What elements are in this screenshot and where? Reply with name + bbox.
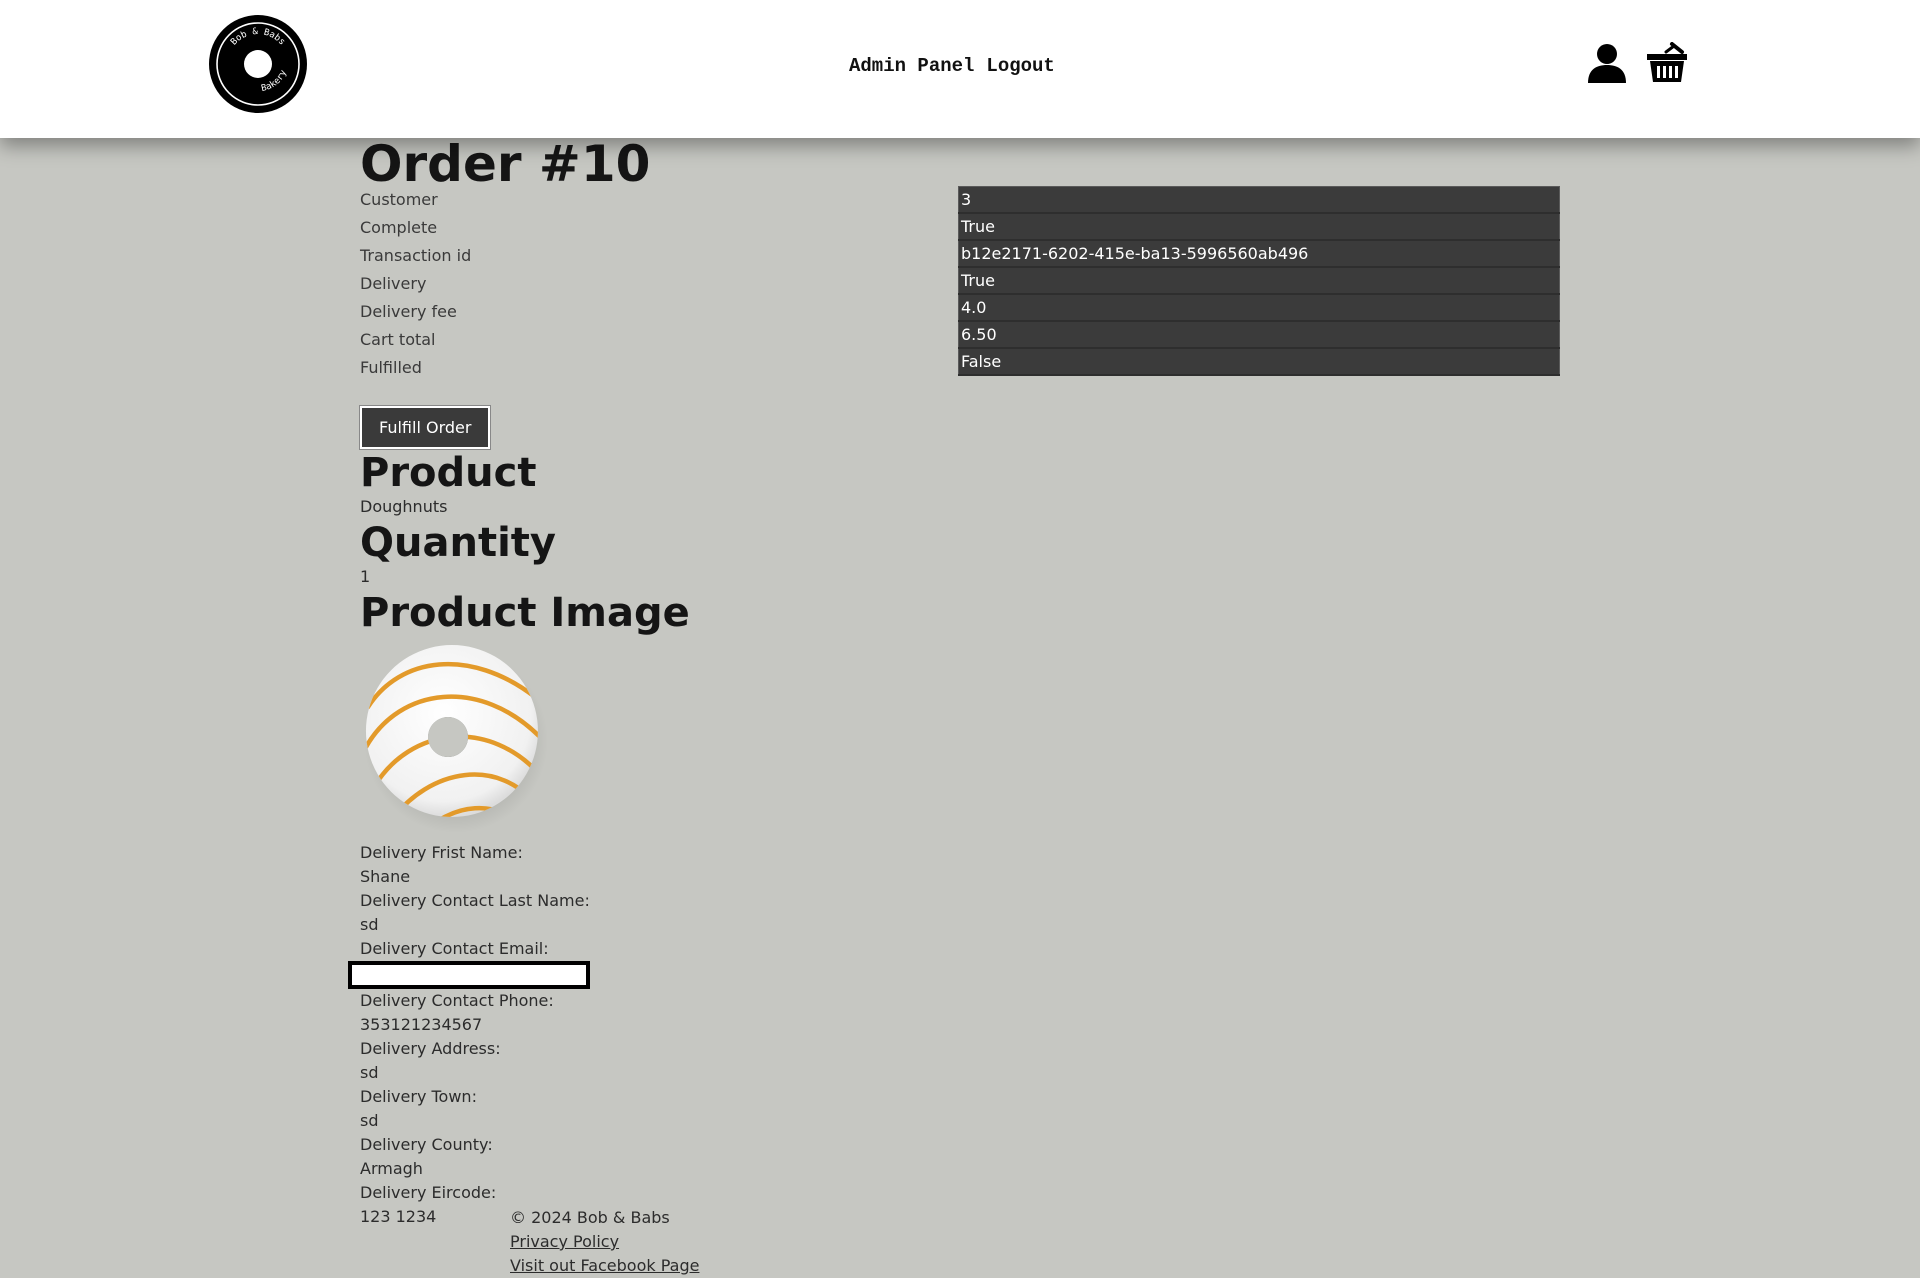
value-transaction-id: b12e2171-6202-415e-ba13-5996560ab496 xyxy=(958,239,1560,268)
value-delivery: True xyxy=(958,266,1560,295)
logo-icon: Bob & Babs Bakery xyxy=(209,15,307,113)
delivery-first-name-label: Delivery Frist Name: xyxy=(360,843,523,862)
table-row: True xyxy=(958,212,1560,241)
table-row: 6.50 xyxy=(958,320,1560,349)
value-delivery-fee: 4.0 xyxy=(958,293,1560,322)
delivery-town-label: Delivery Town: xyxy=(360,1087,477,1106)
delivery-email-label: Delivery Contact Email: xyxy=(360,939,549,958)
value-complete: True xyxy=(958,212,1560,241)
delivery-address: sd xyxy=(360,1063,379,1082)
fulfill-order-button[interactable]: Fulfill Order xyxy=(358,405,492,450)
order-values-table: 3 True b12e2171-6202-415e-ba13-5996560ab… xyxy=(958,186,1560,376)
site-header: Bob & Babs Bakery Admin Panel Logout xyxy=(0,0,1920,138)
quantity-value: 1 xyxy=(360,567,371,586)
table-row: 3 xyxy=(958,186,1560,214)
value-cart-total: 6.50 xyxy=(958,320,1560,349)
delivery-phone: 353121234567 xyxy=(360,1015,483,1034)
value-fulfilled: False xyxy=(958,347,1560,376)
copyright-text: © 2024 Bob & Babs xyxy=(510,1208,670,1227)
delivery-details: Delivery Frist Name: Shane Delivery Cont… xyxy=(348,841,1560,1229)
doughnut-image xyxy=(360,637,550,837)
basket-icon[interactable] xyxy=(1646,42,1688,84)
delivery-last-name: sd xyxy=(360,915,379,934)
order-detail: Order #10 Customer Complete Transaction … xyxy=(348,135,1560,1229)
table-row: True xyxy=(958,266,1560,295)
nav-logout[interactable]: Logout xyxy=(986,55,1054,77)
delivery-address-label: Delivery Address: xyxy=(360,1039,501,1058)
delivery-phone-label: Delivery Contact Phone: xyxy=(360,991,554,1010)
delivery-email-field xyxy=(348,961,590,989)
delivery-first-name: Shane xyxy=(360,867,411,886)
delivery-county-label: Delivery County: xyxy=(360,1135,493,1154)
privacy-policy-link[interactable]: Privacy Policy xyxy=(510,1230,699,1254)
delivery-town: sd xyxy=(360,1111,379,1130)
delivery-last-name-label: Delivery Contact Last Name: xyxy=(360,891,590,910)
table-row: False xyxy=(958,347,1560,376)
quantity-heading: Quantity xyxy=(360,520,556,566)
product-heading: Product xyxy=(360,450,537,496)
table-row: b12e2171-6202-415e-ba13-5996560ab496 xyxy=(958,239,1560,268)
header-icons xyxy=(1586,42,1688,84)
user-icon[interactable] xyxy=(1586,42,1628,84)
delivery-county: Armagh xyxy=(360,1159,423,1178)
product-name: Doughnuts xyxy=(360,497,448,516)
value-customer: 3 xyxy=(958,186,1560,214)
main-nav: Admin Panel Logout xyxy=(849,55,1067,77)
nav-admin-panel[interactable]: Admin Panel xyxy=(849,55,974,77)
site-footer: © 2024 Bob & Babs Privacy Policy Visit o… xyxy=(510,1206,699,1278)
product-image-heading: Product Image xyxy=(360,590,690,636)
page-title: Order #10 xyxy=(360,135,651,193)
table-row: 4.0 xyxy=(958,293,1560,322)
bakery-logo[interactable]: Bob & Babs Bakery xyxy=(208,14,308,114)
delivery-eircode-label: Delivery Eircode: xyxy=(360,1183,497,1202)
facebook-link[interactable]: Visit out Facebook Page xyxy=(510,1254,699,1278)
